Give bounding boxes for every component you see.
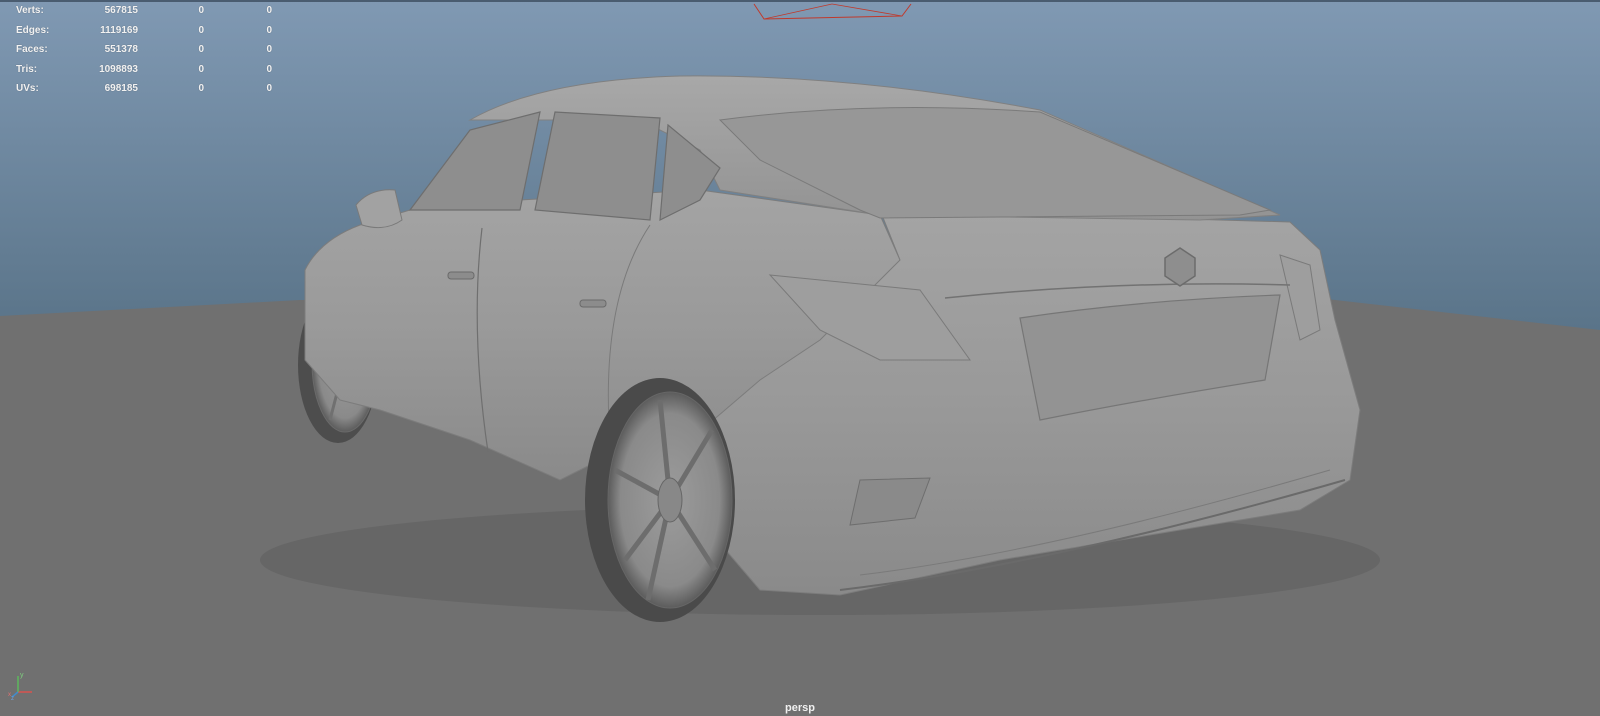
hud-value: 551378	[104, 44, 138, 55]
hud-uv: 0	[266, 44, 272, 55]
door-handle-front	[447, 271, 475, 280]
hud-value: 1098893	[99, 63, 138, 75]
hud-uv: 0	[266, 63, 272, 75]
axis-gizmo-icon: y x z	[8, 672, 32, 700]
maya-perspective-viewport[interactable]: Verts: 567815 0 0 Edges: 1119169 0 0 Fac…	[0, 0, 1600, 716]
camera-frustum-icon	[753, 3, 912, 20]
hud-value: 698185	[104, 83, 138, 94]
hud-selected: 0	[198, 83, 204, 94]
side-window-rear	[534, 111, 661, 221]
hud-label: Tris:	[16, 63, 38, 75]
hud-row-verts: Verts: 567815 0 0	[16, 1, 272, 21]
hud-value: 567815	[104, 5, 138, 16]
hud-selected: 0	[198, 5, 204, 16]
hud-label: Edges:	[16, 24, 50, 36]
hud-label: Faces:	[16, 44, 48, 55]
hud-selected: 0	[198, 63, 204, 75]
hud-label: UVs:	[16, 83, 39, 94]
hud-label: Verts:	[16, 5, 44, 16]
hud-uv: 0	[266, 83, 272, 94]
hud-uv: 0	[266, 24, 272, 36]
side-window-front	[408, 111, 541, 211]
poly-count-hud: Verts: 567815 0 0 Edges: 1119169 0 0 Fac…	[16, 1, 272, 99]
hud-row-edges: Edges: 1119169 0 0	[16, 21, 272, 41]
axis-z-label: z	[11, 696, 14, 700]
hud-selected: 0	[198, 24, 204, 36]
axis-y-label: y	[20, 672, 24, 679]
hud-uv: 0	[266, 5, 272, 16]
camera-name-label: persp	[785, 702, 815, 714]
hud-row-uvs: UVs: 698185 0 0	[16, 79, 272, 99]
hud-row-tris: Tris: 1098893 0 0	[16, 60, 272, 80]
door-handle-rear	[579, 299, 607, 308]
rear-right-wheel	[585, 378, 735, 622]
car-model[interactable]	[0, 0, 1600, 716]
hud-selected: 0	[198, 44, 204, 55]
hud-value: 1119169	[100, 24, 138, 36]
hud-row-faces: Faces: 551378 0 0	[16, 40, 272, 60]
side-mirror	[355, 189, 403, 229]
